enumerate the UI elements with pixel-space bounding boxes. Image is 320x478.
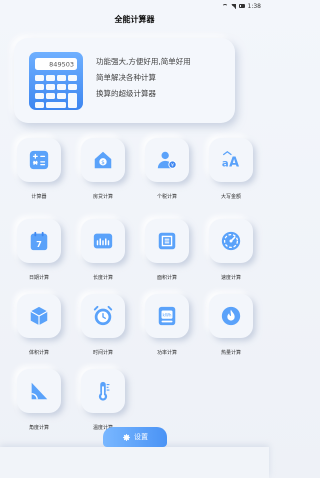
banner-line-3: 换算的超级计算器: [96, 89, 156, 98]
tile-length[interactable]: [81, 219, 125, 263]
calculator-icon: [29, 150, 49, 170]
gear-icon: [123, 433, 130, 441]
tile-label-angle: 角度计算: [28, 425, 49, 431]
tile-label-length: 长度计算: [92, 275, 113, 281]
tile-label-calculator: 计算器: [31, 194, 47, 200]
ruler-icon: [93, 233, 113, 249]
uppercase-amount-icon: a A: [222, 150, 239, 170]
status-bar: 1:38: [0, 0, 269, 12]
tile-label-person-tax: 个税计算: [156, 194, 177, 200]
tile-calculator[interactable]: [17, 138, 61, 182]
thermometer-icon: [98, 381, 110, 401]
tile-power[interactable]: kWh: [145, 294, 189, 338]
battery-icon: [238, 4, 245, 8]
tile-volume[interactable]: [17, 294, 61, 338]
svg-text:a: a: [222, 158, 229, 169]
alarm-clock-icon: [93, 305, 113, 326]
tile-label-power: 功率计算: [156, 350, 177, 356]
banner-line-1: 功能强大,方便好用,简单好用: [96, 57, 191, 66]
tile-label-area: 面积计算: [156, 275, 177, 281]
house-loan-icon: $: [94, 151, 112, 169]
page-title: 全能计算器: [114, 15, 155, 24]
tile-label-time: 时间计算: [92, 350, 113, 356]
bottom-panel: [0, 447, 269, 478]
tile-label-date: 日期计算: [28, 275, 49, 281]
tile-label-speed: 速度计算: [220, 275, 241, 281]
settings-button[interactable]: 设置: [103, 427, 167, 447]
intro-banner: 849503 功能强大,方便好用,简单好用 简单解决各种计算 换算的超级计算器: [14, 38, 235, 123]
tile-label-heat: 热量计算: [220, 350, 241, 356]
settings-label: 设置: [134, 433, 148, 441]
svg-text:7: 7: [36, 239, 42, 249]
person-tax-icon: ¥: [157, 151, 177, 169]
signal-icon: [230, 3, 236, 9]
tile-label-uppercase-amount: 大写金额: [220, 194, 241, 200]
tile-speed[interactable]: [209, 219, 253, 263]
tile-date[interactable]: 7: [17, 219, 61, 263]
svg-text:$: $: [101, 160, 105, 166]
banner-line-2: 简单解决各种计算: [96, 73, 156, 82]
tile-area[interactable]: [145, 219, 189, 263]
tile-temperature[interactable]: [81, 369, 125, 413]
status-time: 1:38: [247, 2, 261, 10]
tile-heat[interactable]: [209, 294, 253, 338]
flame-icon: [221, 306, 241, 326]
tile-label-volume: 体积计算: [28, 350, 49, 356]
calendar-icon: 7: [30, 231, 48, 251]
svg-text:kWh: kWh: [162, 313, 171, 318]
svg-text:A: A: [229, 155, 239, 170]
tile-house-loan[interactable]: $: [81, 138, 125, 182]
svg-text:¥: ¥: [171, 162, 174, 168]
cube-icon: [30, 306, 48, 326]
wifi-icon: [221, 4, 228, 8]
tile-angle[interactable]: [17, 369, 61, 413]
angle-icon: [31, 382, 48, 400]
tile-uppercase-amount[interactable]: a A: [209, 138, 253, 182]
tile-person-tax[interactable]: ¥: [145, 138, 189, 182]
tile-time[interactable]: [81, 294, 125, 338]
tile-label-house-loan: 房贷计算: [92, 194, 113, 200]
power-meter-icon: kWh: [158, 306, 176, 326]
area-icon: [158, 232, 176, 250]
speedometer-icon: [221, 231, 241, 251]
calculator-display-value: 849503: [49, 61, 74, 69]
calculator-illustration: 849503: [29, 52, 83, 110]
